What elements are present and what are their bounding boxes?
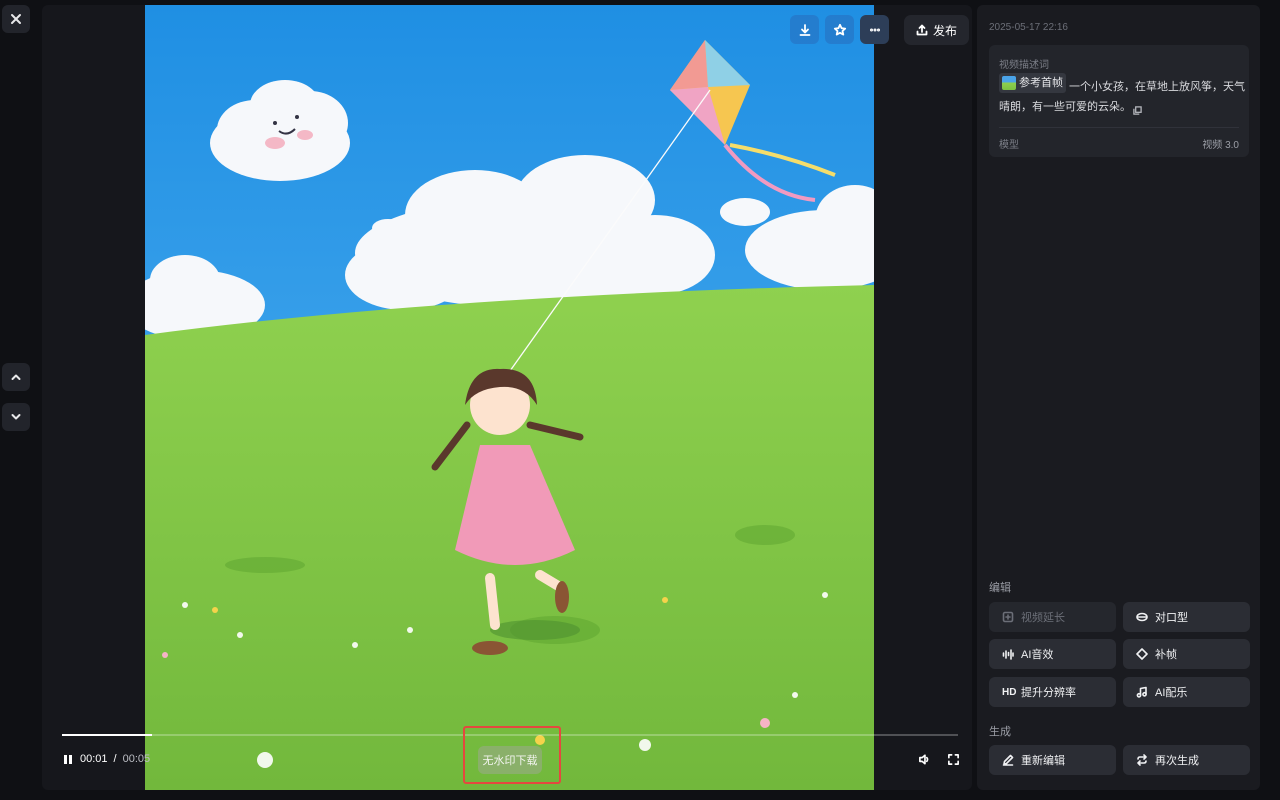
lip-sync-label: 对口型 (1155, 612, 1188, 624)
video-actions (790, 15, 889, 44)
chevron-up-icon (11, 374, 21, 380)
ai-sfx-button[interactable]: AI音效 (989, 639, 1116, 669)
frame-interpolation-label: 补帧 (1155, 649, 1177, 661)
video-extend-label: 视频延长 (1021, 612, 1065, 624)
re-edit-label: 重新编辑 (1021, 755, 1065, 767)
video-extend-button: 视频延长 (989, 602, 1116, 632)
chevron-down-icon (11, 414, 21, 420)
generate-section-title: 生成 (989, 726, 1011, 738)
download-button[interactable] (790, 15, 819, 44)
regenerate-button[interactable]: 再次生成 (1123, 745, 1250, 775)
previous-button[interactable] (2, 363, 30, 391)
ai-music-button[interactable]: AI配乐 (1123, 677, 1250, 707)
description-text-block: 参考首帧 一个小女孩，在草地上放风筝，天气晴朗，有一些可爱的云朵。 (999, 73, 1245, 117)
download-icon (799, 23, 810, 36)
current-time: 00:01 (80, 753, 108, 765)
close-icon (11, 14, 21, 24)
ai-music-label: AI配乐 (1155, 687, 1188, 699)
player-right-controls (918, 753, 960, 766)
total-time: 00:05 (122, 753, 151, 765)
reference-chip-label: 参考首帧 (1019, 77, 1063, 89)
volume-icon[interactable] (918, 753, 931, 766)
ai-sfx-label: AI音效 (1021, 649, 1054, 661)
lip-sync-button[interactable]: 对口型 (1123, 602, 1250, 632)
playback-controls: 00:01 / 00:05 (62, 753, 150, 765)
details-panel: 2025-05-17 22:16 视频描述词 参考首帧 一个小女孩，在草地上放风筝… (977, 5, 1260, 790)
regenerate-label: 再次生成 (1155, 755, 1199, 767)
progress-fill (62, 734, 152, 736)
video-player[interactable] (145, 5, 874, 790)
video-detail-view: 发布 00:01 / 00:05 无水印下载 2025-05-17 22:16 … (0, 0, 1280, 800)
upload-icon (916, 24, 928, 36)
video-stage: 发布 00:01 / 00:05 无水印下载 (42, 5, 972, 790)
re-edit-button[interactable]: 重新编辑 (989, 745, 1116, 775)
extend-icon (1002, 611, 1014, 623)
frame-interpolation-button[interactable]: 补帧 (1123, 639, 1250, 669)
more-icon (869, 28, 880, 32)
upscale-button[interactable]: HD 提升分辨率 (989, 677, 1116, 707)
lips-icon (1136, 612, 1148, 622)
pause-button[interactable] (62, 753, 74, 765)
model-label: 模型 (999, 140, 1019, 151)
edit-section-title: 编辑 (989, 582, 1011, 594)
next-button[interactable] (2, 403, 30, 431)
description-card: 视频描述词 参考首帧 一个小女孩，在草地上放风筝，天气晴朗，有一些可爱的云朵。 模… (989, 45, 1249, 157)
time-separator: / (113, 753, 117, 765)
description-label: 视频描述词 (999, 60, 1049, 71)
publish-button[interactable]: 发布 (904, 15, 970, 45)
pause-icon (64, 754, 67, 764)
repeat-icon (1137, 754, 1147, 766)
description-divider (999, 127, 1239, 128)
publish-label: 发布 (933, 23, 958, 38)
download-no-watermark-button[interactable]: 无水印下载 (478, 746, 542, 774)
hd-badge: HD (1002, 686, 1017, 698)
video-frame-illustration (145, 5, 874, 790)
upscale-label: 提升分辨率 (1021, 687, 1076, 699)
reference-frame-chip[interactable]: 参考首帧 (999, 73, 1066, 93)
favorite-button[interactable] (825, 15, 854, 44)
diamond-icon (1136, 648, 1148, 660)
more-button[interactable] (860, 15, 889, 44)
music-note-icon (1136, 686, 1147, 698)
created-timestamp: 2025-05-17 22:16 (989, 22, 1068, 33)
star-icon (833, 23, 846, 35)
close-button[interactable] (2, 5, 30, 33)
reference-thumbnail (1002, 76, 1016, 90)
pencil-icon (1002, 754, 1014, 766)
model-value: 视频 3.0 (1202, 140, 1239, 151)
fullscreen-icon[interactable] (947, 753, 960, 766)
copy-icon[interactable] (1133, 102, 1143, 115)
waveform-icon (1002, 649, 1014, 660)
